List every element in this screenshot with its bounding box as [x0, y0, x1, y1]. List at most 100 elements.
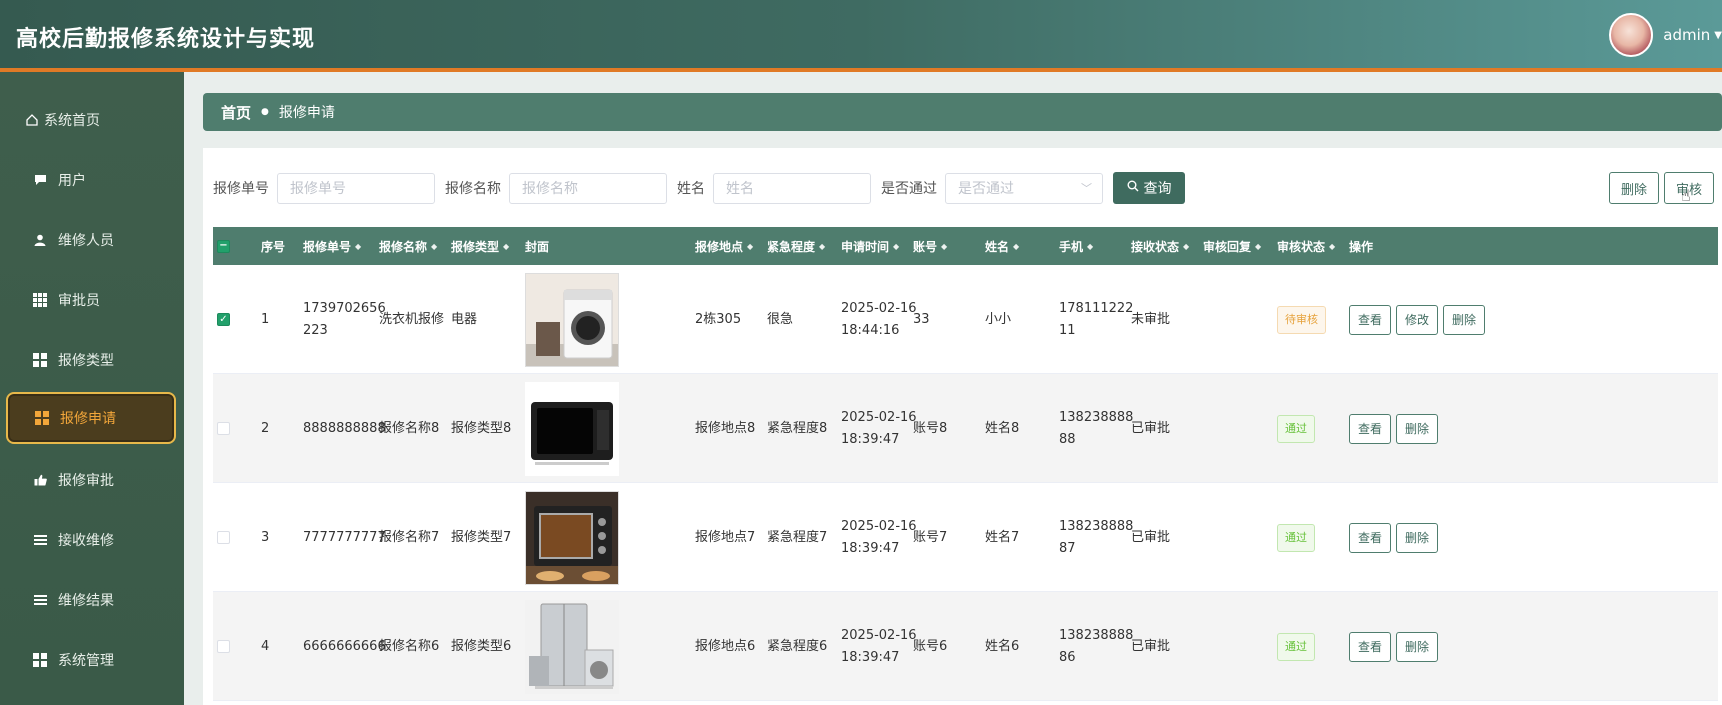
sidebar-item-label: 系统管理 [58, 653, 114, 669]
cell-location: 报修地点7 [695, 529, 756, 545]
appliances-image[interactable] [525, 599, 619, 694]
cell-repair-name: 报修名称8 [379, 420, 440, 436]
sort-icon: ◆ [893, 241, 900, 251]
cell-order-no: 1739702656 223 [303, 300, 386, 338]
hand-cursor-icon: ☝ [1681, 186, 1691, 205]
microwave-image[interactable] [525, 381, 619, 476]
user-menu[interactable]: admin ▼ [1609, 12, 1722, 58]
sort-icon: ◆ [431, 241, 438, 251]
user-name[interactable]: admin [1663, 26, 1710, 44]
select-all-checkbox[interactable]: − [217, 227, 230, 265]
sidebar-item-home[interactable]: 系统首页 [0, 96, 184, 144]
cell-receive-status: 已审批 [1131, 638, 1171, 654]
apps-icon [32, 352, 48, 368]
sidebar-item-receive-repair[interactable]: 接收维修 [0, 516, 184, 564]
cell-actions: 查看 删除 [1349, 374, 1443, 483]
view-button[interactable]: 查看 [1349, 413, 1392, 444]
order-no-input[interactable]: 报修单号 [277, 172, 435, 204]
cell-phone: 138238888 86 [1059, 627, 1134, 665]
cell-phone: 138238888 88 [1059, 409, 1134, 447]
sidebar: 系统首页 用户 维修人员 审批员 报修类型 报修申请 报修审批 接收维修 维修结… [0, 72, 184, 705]
sidebar-item-repairers[interactable]: 维修人员 [0, 216, 184, 264]
cell-index: 2 [261, 420, 270, 436]
cell-urgency: 紧急程度7 [767, 529, 828, 545]
col-actions: 操作 [1349, 239, 1374, 254]
app-title: 高校后勤报修系统设计与实现 [16, 27, 316, 52]
passed-label: 是否通过 [881, 181, 937, 197]
col-repair-name[interactable]: 报修名称 ◆ [379, 227, 437, 265]
breadcrumb-separator: ● [261, 107, 269, 117]
col-audit-status[interactable]: 审核状态 ◆ [1277, 227, 1335, 265]
col-urgency[interactable]: 紧急程度 ◆ [767, 227, 825, 265]
row-checkbox[interactable] [217, 422, 230, 435]
status-badge: 通过 [1277, 632, 1315, 661]
col-apply-time[interactable]: 申请时间 ◆ [841, 227, 899, 265]
sort-icon: ◆ [941, 241, 948, 251]
breadcrumb-current: 报修申请 [278, 105, 335, 121]
view-button[interactable]: 查看 [1349, 631, 1392, 662]
caret-down-icon[interactable]: ▼ [1714, 30, 1722, 41]
cell-location: 2栋305 [695, 311, 742, 327]
order-no-label: 报修单号 [213, 181, 269, 197]
chat-icon [32, 172, 48, 188]
delete-button[interactable]: 删除 [1396, 522, 1439, 553]
col-location[interactable]: 报修地点 ◆ [695, 227, 753, 265]
row-checkbox[interactable] [217, 531, 230, 544]
cell-repair-type: 电器 [451, 311, 478, 327]
sidebar-item-repair-results[interactable]: 维修结果 [0, 576, 184, 624]
sidebar-item-repair-requests[interactable]: 报修申请 [6, 392, 176, 444]
col-person-name[interactable]: 姓名 ◆ [985, 227, 1019, 265]
person-name-input[interactable]: 姓名 [713, 172, 871, 204]
col-receive-status[interactable]: 接收状态 ◆ [1131, 227, 1189, 265]
cell-apply-time: 2025-02-16 18:44:16 [841, 300, 917, 338]
col-account[interactable]: 账号 ◆ [913, 227, 947, 265]
cell-repair-name: 报修名称7 [379, 529, 440, 545]
row-checkbox[interactable] [217, 640, 230, 653]
col-phone[interactable]: 手机 ◆ [1059, 227, 1093, 265]
cell-cover [525, 592, 619, 701]
sort-icon: ◆ [747, 241, 754, 251]
apps-icon [32, 652, 48, 668]
avatar[interactable] [1609, 13, 1654, 57]
view-button[interactable]: 查看 [1349, 304, 1392, 335]
cell-urgency: 紧急程度8 [767, 420, 828, 436]
chevron-down-icon: ﹀ [1081, 182, 1092, 195]
cell-repair-name: 洗衣机报修 [379, 311, 445, 327]
sidebar-item-repair-types[interactable]: 报修类型 [0, 336, 184, 384]
sidebar-item-system[interactable]: 系统管理 [0, 636, 184, 684]
cell-repair-type: 报修类型6 [451, 638, 512, 654]
sidebar-item-repair-approvals[interactable]: 报修审批 [0, 456, 184, 504]
breadcrumb-home[interactable]: 首页 [221, 102, 251, 123]
washing-machine-image[interactable] [525, 272, 619, 367]
sidebar-item-label: 系统首页 [44, 113, 100, 129]
cell-apply-time: 2025-02-16 18:39:47 [841, 627, 917, 665]
cell-urgency: 紧急程度6 [767, 638, 828, 654]
sidebar-item-label: 维修结果 [58, 593, 114, 609]
batch-delete-button[interactable]: 删除 [1609, 172, 1659, 204]
cell-apply-time: 2025-02-16 18:39:47 [841, 518, 917, 556]
sidebar-item-approvers[interactable]: 审批员 [0, 276, 184, 324]
sidebar-item-users[interactable]: 用户 [0, 156, 184, 204]
cell-phone: 178111222 11 [1059, 300, 1134, 338]
person-icon [32, 232, 48, 248]
edit-button[interactable]: 修改 [1396, 304, 1439, 335]
passed-select[interactable]: 是否通过 ﹀ [945, 172, 1103, 204]
sidebar-item-label: 接收维修 [58, 533, 114, 549]
sort-icon: ◆ [1087, 241, 1094, 251]
delete-button[interactable]: 删除 [1396, 631, 1439, 662]
view-button[interactable]: 查看 [1349, 522, 1392, 553]
list-icon [32, 592, 48, 608]
repair-name-input[interactable]: 报修名称 [509, 172, 667, 204]
cell-order-no: 8888888888 [303, 420, 386, 436]
delete-button[interactable]: 删除 [1396, 413, 1439, 444]
col-order-no[interactable]: 报修单号 ◆ [303, 227, 361, 265]
oven-image[interactable] [525, 490, 619, 585]
row-checkbox[interactable]: ✓ [217, 313, 230, 326]
col-audit-reply[interactable]: 审核回复 ◆ [1203, 227, 1261, 265]
query-button[interactable]: 查询 [1113, 172, 1185, 204]
col-repair-type[interactable]: 报修类型 ◆ [451, 227, 509, 265]
sidebar-item-label: 审批员 [58, 293, 100, 309]
delete-button[interactable]: 删除 [1443, 304, 1486, 335]
cell-actions: 查看 删除 [1349, 592, 1443, 701]
status-badge: 通过 [1277, 523, 1315, 552]
